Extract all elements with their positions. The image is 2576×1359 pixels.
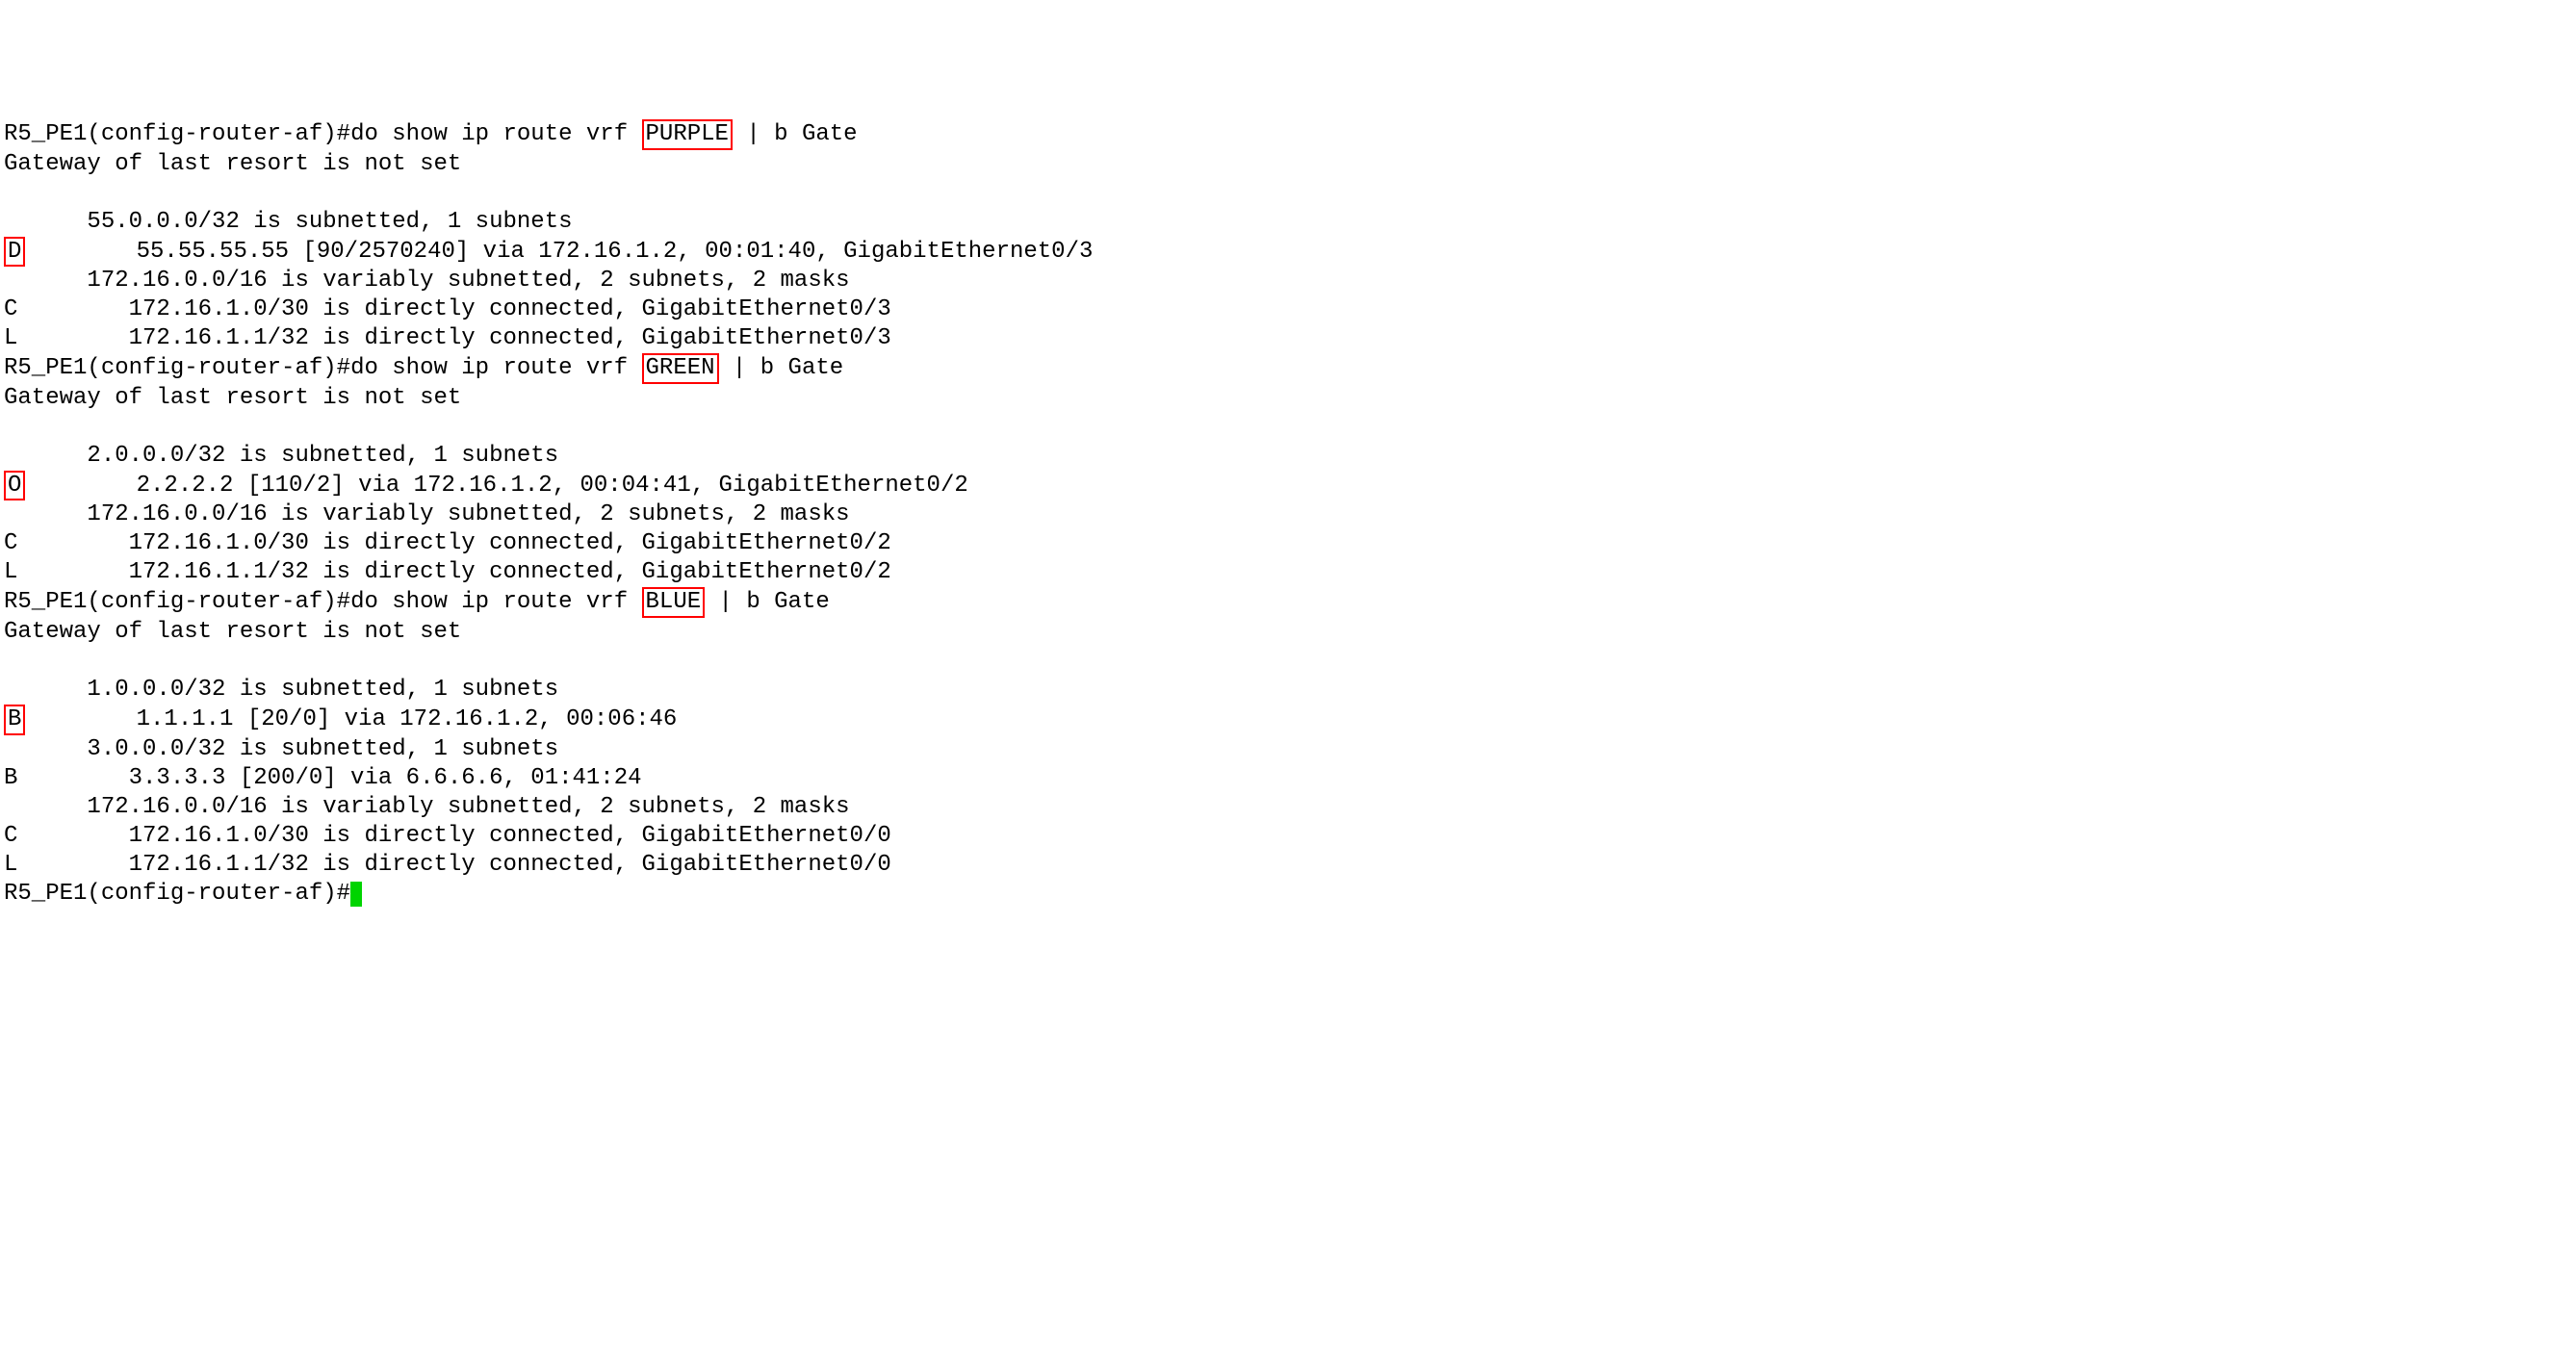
- route-summary: 172.16.0.0/16 is variably subnetted, 2 s…: [4, 500, 2572, 529]
- command-line-green: R5_PE1(config-router-af)#do show ip rout…: [4, 353, 2572, 384]
- gateway-text: Gateway of last resort is not set: [4, 150, 2572, 179]
- route-entry-l: L 172.16.1.1/32 is directly connected, G…: [4, 851, 2572, 880]
- cmd-post: | b Gate: [733, 121, 858, 147]
- route-entry-b2: B 3.3.3.3 [200/0] via 6.6.6.6, 01:41:24: [4, 764, 2572, 793]
- route-entry-o: O 2.2.2.2 [110/2] via 172.16.1.2, 00:04:…: [4, 471, 2572, 501]
- vrf-purple-highlight: PURPLE: [642, 119, 733, 150]
- route-entry-c: C 172.16.1.0/30 is directly connected, G…: [4, 295, 2572, 324]
- route-detail: 2.2.2.2 [110/2] via 172.16.1.2, 00:04:41…: [25, 473, 967, 499]
- route-entry-l: L 172.16.1.1/32 is directly connected, G…: [4, 558, 2572, 587]
- cmd-pre: do show ip route vrf: [350, 589, 641, 615]
- route-summary: 1.0.0.0/32 is subnetted, 1 subnets: [4, 676, 2572, 705]
- route-entry-c: C 172.16.1.0/30 is directly connected, G…: [4, 529, 2572, 558]
- blank-line: [4, 647, 2572, 676]
- blank-line: [4, 179, 2572, 208]
- prompt: R5_PE1(config-router-af)#: [4, 355, 350, 381]
- cmd-pre: do show ip route vrf: [350, 121, 641, 147]
- route-detail: 55.55.55.55 [90/2570240] via 172.16.1.2,…: [25, 239, 1093, 265]
- prompt: R5_PE1(config-router-af)#: [4, 121, 350, 147]
- prompt: R5_PE1(config-router-af)#: [4, 589, 350, 615]
- route-summary: 55.0.0.0/32 is subnetted, 1 subnets: [4, 208, 2572, 237]
- terminal-output[interactable]: R5_PE1(config-router-af)#do show ip rout…: [4, 119, 2572, 909]
- route-detail: 1.1.1.1 [20/0] via 172.16.1.2, 00:06:46: [25, 706, 677, 732]
- route-summary: 3.0.0.0/32 is subnetted, 1 subnets: [4, 735, 2572, 764]
- cursor: [350, 882, 362, 907]
- gateway-text: Gateway of last resort is not set: [4, 384, 2572, 413]
- route-code-b-highlight: B: [4, 705, 25, 735]
- route-entry-d: D 55.55.55.55 [90/2570240] via 172.16.1.…: [4, 237, 2572, 268]
- route-entry-c: C 172.16.1.0/30 is directly connected, G…: [4, 822, 2572, 851]
- vrf-green-highlight: GREEN: [642, 353, 719, 384]
- route-code-o-highlight: O: [4, 471, 25, 501]
- blank-line: [4, 413, 2572, 442]
- vrf-blue-highlight: BLUE: [642, 587, 706, 618]
- final-prompt-line[interactable]: R5_PE1(config-router-af)#: [4, 880, 2572, 909]
- route-summary: 2.0.0.0/32 is subnetted, 1 subnets: [4, 442, 2572, 471]
- cmd-post: | b Gate: [719, 355, 844, 381]
- gateway-text: Gateway of last resort is not set: [4, 618, 2572, 647]
- cmd-pre: do show ip route vrf: [350, 355, 641, 381]
- cmd-post: | b Gate: [705, 589, 830, 615]
- route-summary: 172.16.0.0/16 is variably subnetted, 2 s…: [4, 267, 2572, 295]
- route-entry-b: B 1.1.1.1 [20/0] via 172.16.1.2, 00:06:4…: [4, 705, 2572, 735]
- route-entry-l: L 172.16.1.1/32 is directly connected, G…: [4, 324, 2572, 353]
- command-line-blue: R5_PE1(config-router-af)#do show ip rout…: [4, 587, 2572, 618]
- route-code-d-highlight: D: [4, 237, 25, 268]
- route-summary: 172.16.0.0/16 is variably subnetted, 2 s…: [4, 793, 2572, 822]
- command-line-purple: R5_PE1(config-router-af)#do show ip rout…: [4, 119, 2572, 150]
- prompt: R5_PE1(config-router-af)#: [4, 881, 350, 907]
